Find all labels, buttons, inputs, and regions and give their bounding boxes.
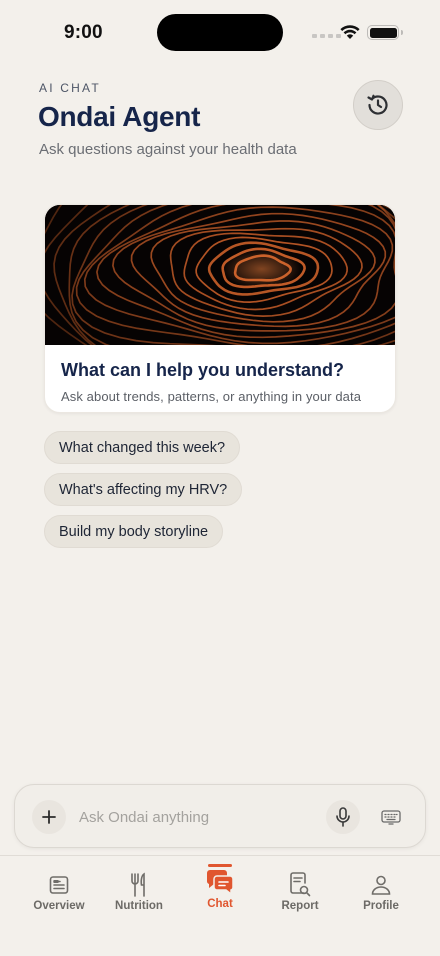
- status-time: 9:00: [64, 22, 103, 43]
- report-search-icon: [290, 872, 311, 897]
- tab-nutrition[interactable]: Nutrition: [99, 856, 179, 926]
- wifi-icon: [340, 25, 360, 39]
- suggestion-chip-weekly-change[interactable]: What changed this week?: [44, 431, 241, 464]
- page-title: Ondai Agent: [38, 101, 201, 132]
- voice-button[interactable]: [326, 800, 360, 834]
- tab-nutrition-label: Nutrition: [115, 900, 163, 912]
- tab-report-label: Report: [281, 900, 319, 912]
- keyboard-button[interactable]: [374, 800, 408, 834]
- keyboard-icon: [381, 809, 401, 825]
- tab-overview-label: Overview: [33, 900, 85, 912]
- status-bar: 9:00: [0, 0, 440, 60]
- tab-report[interactable]: Report: [260, 856, 340, 926]
- suggestion-chip-body-storyline[interactable]: Build my body storyline: [44, 515, 224, 548]
- suggestion-chip-hrv[interactable]: What's affecting my HRV?: [44, 473, 243, 506]
- suggestion-chips: What changed this week? What's affecting…: [44, 431, 243, 548]
- active-tab-indicator: [208, 864, 232, 867]
- battery-icon: [367, 25, 403, 40]
- microphone-icon: [336, 807, 350, 827]
- history-icon: [367, 94, 388, 115]
- overview-icon: [49, 876, 69, 894]
- tab-profile[interactable]: Profile: [341, 856, 421, 926]
- hero-title: What can I help you understand?: [61, 360, 345, 380]
- section-eyebrow: AI CHAT: [39, 81, 101, 95]
- tab-chat[interactable]: Chat: [180, 856, 260, 926]
- tab-chat-label: Chat: [207, 898, 233, 910]
- hero-subtitle: Ask about trends, patterns, or anything …: [61, 389, 362, 404]
- hero-card: What can I help you understand? Ask abou…: [44, 204, 396, 413]
- tab-bar: Overview Nutrition Chat Report Profile: [0, 855, 440, 956]
- history-button[interactable]: [353, 80, 403, 130]
- chat-bubbles-icon: [206, 870, 234, 896]
- chat-composer: [14, 784, 426, 848]
- hero-artwork: [45, 205, 395, 345]
- attach-button[interactable]: [32, 800, 66, 834]
- page-subtitle: Ask questions against your health data: [39, 141, 297, 158]
- plus-icon: [42, 810, 56, 824]
- tab-overview[interactable]: Overview: [19, 856, 99, 926]
- fork-knife-icon: [131, 872, 145, 897]
- dynamic-island: [157, 14, 283, 51]
- chat-input[interactable]: [79, 803, 309, 831]
- cellular-signal-icon: [312, 34, 341, 38]
- tab-profile-label: Profile: [363, 900, 399, 912]
- person-icon: [371, 875, 391, 895]
